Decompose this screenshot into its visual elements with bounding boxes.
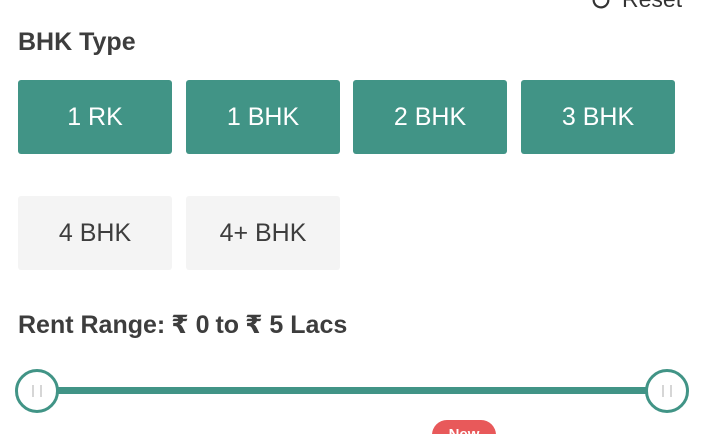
bhk-option-label: 3 BHK <box>561 102 635 131</box>
bhk-option-1bhk[interactable]: 1 BHK <box>186 80 340 154</box>
grip-line-icon <box>40 385 42 397</box>
rent-range-min: ₹ 0 <box>171 311 210 339</box>
bhk-option-4plus-bhk[interactable]: 4+ BHK <box>186 196 340 270</box>
grip-line-icon <box>32 385 34 397</box>
rent-range-title: Rent Range: ₹ 0 to ₹ 5 Lacs <box>18 310 347 340</box>
bhk-option-2bhk[interactable]: 2 BHK <box>353 80 507 154</box>
rent-slider-max-handle[interactable] <box>645 369 689 413</box>
bhk-option-3bhk[interactable]: 3 BHK <box>521 80 675 154</box>
bhk-option-label: 1 RK <box>67 102 123 131</box>
bhk-option-label: 2 BHK <box>393 102 467 131</box>
bhk-option-label: 4 BHK <box>58 218 132 247</box>
new-badge: New <box>432 420 496 434</box>
rent-range-max: ₹ 5 Lacs <box>245 311 348 339</box>
bhk-option-1rk[interactable]: 1 RK <box>18 80 172 154</box>
bhk-option-4bhk[interactable]: 4 BHK <box>18 196 172 270</box>
grip-line-icon <box>670 385 672 397</box>
rent-slider-track[interactable] <box>37 387 667 394</box>
rent-slider-min-handle[interactable] <box>15 369 59 413</box>
filter-panel: Reset BHK Type 1 RK 1 BHK 2 BHK 3 BHK 4 … <box>0 0 706 434</box>
new-badge-label: New <box>449 426 480 434</box>
bhk-option-label: 4+ BHK <box>219 218 307 247</box>
reset-label: Reset <box>622 0 682 13</box>
refresh-icon <box>592 0 610 8</box>
grip-line-icon <box>662 385 664 397</box>
bhk-type-title: BHK Type <box>18 28 136 56</box>
rent-range-prefix: Rent Range: <box>18 310 166 339</box>
bhk-option-label: 1 BHK <box>226 102 300 131</box>
rent-range-joiner: to <box>215 310 240 339</box>
reset-button[interactable]: Reset <box>590 0 682 13</box>
